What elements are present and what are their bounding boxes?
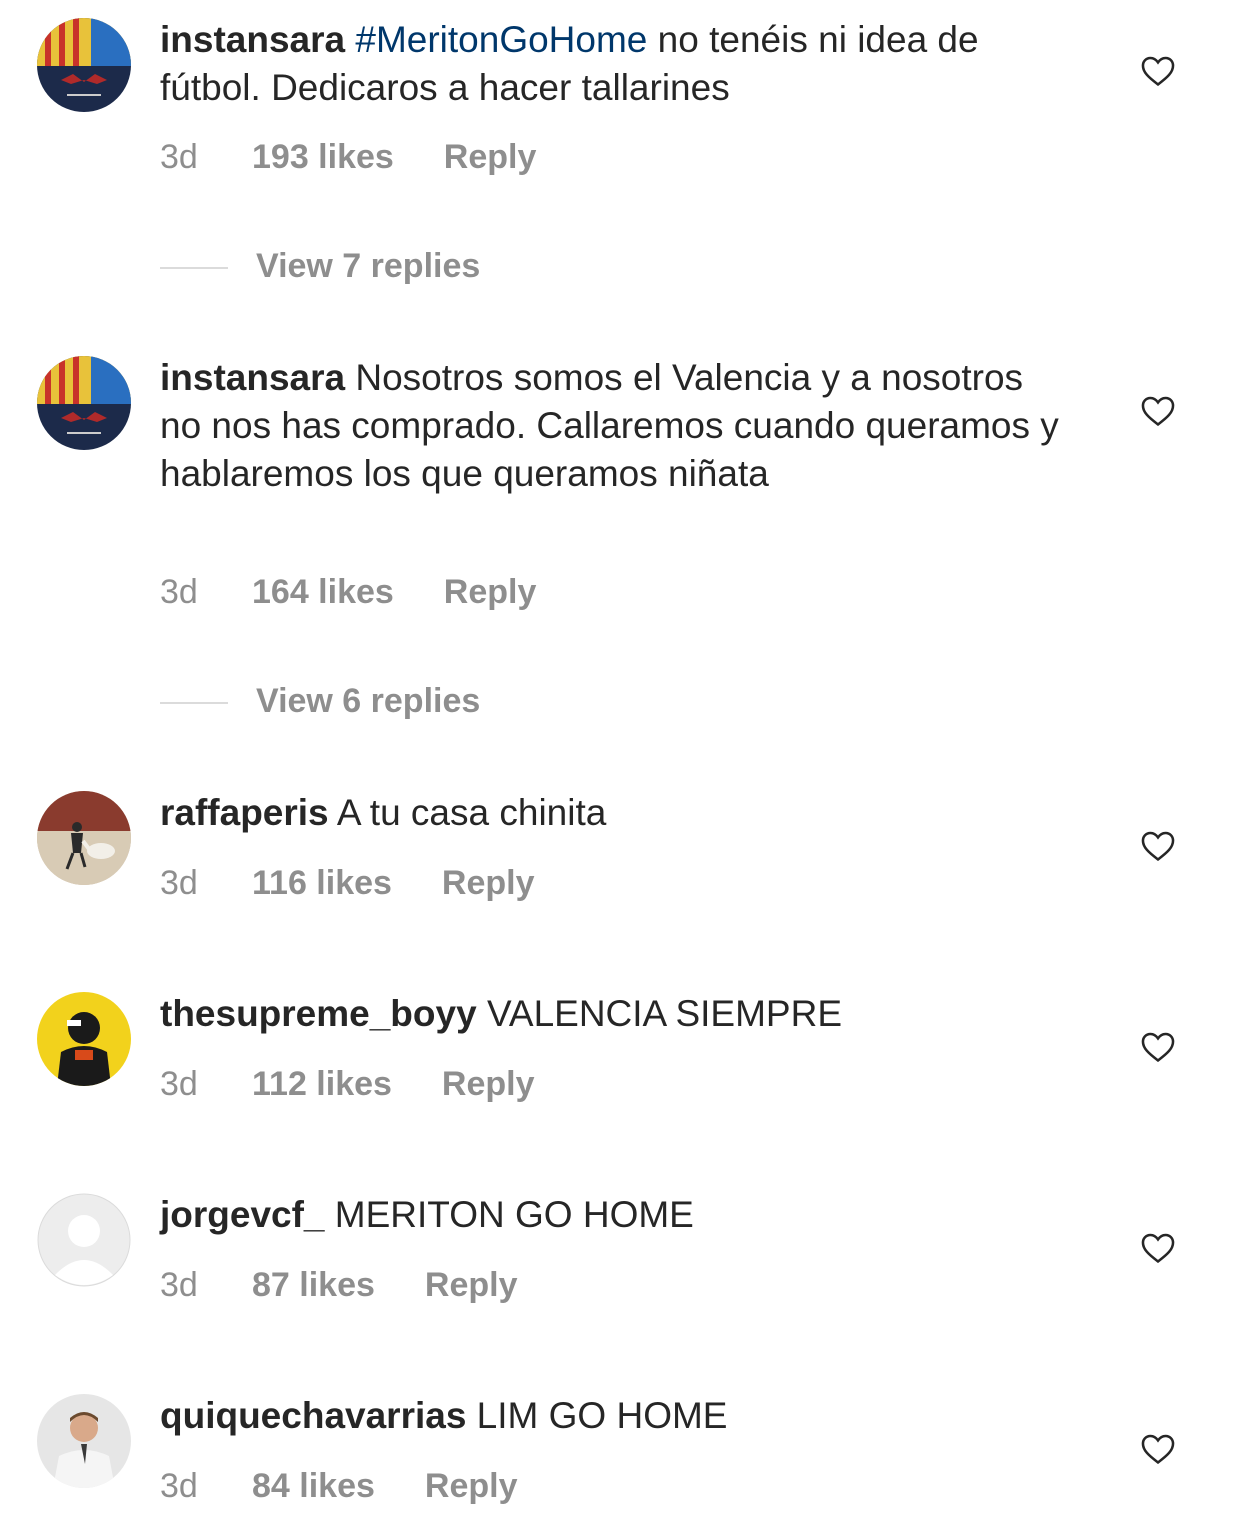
comment-body: A tu casa chinita xyxy=(328,792,607,833)
comment-time: 3d xyxy=(160,864,198,902)
view-replies-button[interactable]: View 7 replies xyxy=(256,246,480,286)
avatar[interactable] xyxy=(37,992,131,1086)
replies-divider xyxy=(160,267,228,269)
comment-time: 3d xyxy=(160,1266,198,1304)
comment-body: MERITON GO HOME xyxy=(324,1194,694,1235)
comment-meta: 3d 116 likes Reply xyxy=(160,863,535,903)
comment-body: VALENCIA SIEMPRE xyxy=(476,993,842,1034)
avatar[interactable] xyxy=(37,18,131,112)
like-heart-icon[interactable] xyxy=(1139,392,1177,430)
reply-button[interactable]: Reply xyxy=(425,1466,518,1506)
avatar[interactable] xyxy=(37,1193,131,1287)
reply-button[interactable]: Reply xyxy=(444,572,537,612)
like-heart-icon[interactable] xyxy=(1139,1229,1177,1267)
comment-time: 3d xyxy=(160,1065,198,1103)
comment-text: thesupreme_boyy VALENCIA SIEMPRE xyxy=(160,990,1060,1038)
comment-time: 3d xyxy=(160,1467,198,1505)
avatar[interactable] xyxy=(37,356,131,450)
like-heart-icon[interactable] xyxy=(1139,1028,1177,1066)
comment-likes[interactable]: 193 likes xyxy=(252,137,394,177)
comment-likes[interactable]: 112 likes xyxy=(252,1064,392,1104)
comment-username[interactable]: instansara xyxy=(160,19,345,60)
comment-body: LIM GO HOME xyxy=(466,1395,728,1436)
view-replies-button[interactable]: View 6 replies xyxy=(256,681,480,721)
comment-meta: 3d 84 likes Reply xyxy=(160,1466,517,1506)
comment-likes[interactable]: 87 likes xyxy=(252,1265,375,1305)
comment-meta: 3d 87 likes Reply xyxy=(160,1265,517,1305)
like-heart-icon[interactable] xyxy=(1139,1430,1177,1468)
comment-time: 3d xyxy=(160,573,198,611)
comment-text: instansara #MeritonGoHome no tenéis ni i… xyxy=(160,16,1060,112)
comment-meta: 3d 193 likes Reply xyxy=(160,137,536,177)
comment-meta: 3d 112 likes Reply xyxy=(160,1064,535,1104)
comment-time: 3d xyxy=(160,138,198,176)
avatar[interactable] xyxy=(37,1394,131,1488)
hashtag-link[interactable]: #MeritonGoHome xyxy=(355,19,647,60)
reply-button[interactable]: Reply xyxy=(425,1265,518,1305)
comment-username[interactable]: quiquechavarrias xyxy=(160,1395,466,1436)
comment-text: instansara Nosotros somos el Valencia y … xyxy=(160,354,1060,498)
comment-text: quiquechavarrias LIM GO HOME xyxy=(160,1392,1060,1440)
reply-button[interactable]: Reply xyxy=(442,1064,535,1104)
comment-text: raffaperis A tu casa chinita xyxy=(160,789,1060,837)
like-heart-icon[interactable] xyxy=(1139,52,1177,90)
like-heart-icon[interactable] xyxy=(1139,827,1177,865)
comment-likes[interactable]: 116 likes xyxy=(252,863,392,903)
reply-button[interactable]: Reply xyxy=(444,137,537,177)
avatar[interactable] xyxy=(37,791,131,885)
reply-button[interactable]: Reply xyxy=(442,863,535,903)
comment-username[interactable]: raffaperis xyxy=(160,792,329,833)
comment-username[interactable]: thesupreme_boyy xyxy=(160,993,477,1034)
comment-meta: 3d 164 likes Reply xyxy=(160,572,536,612)
comment-likes[interactable]: 84 likes xyxy=(252,1466,375,1506)
comment-username[interactable]: instansara xyxy=(160,357,345,398)
comment-likes[interactable]: 164 likes xyxy=(252,572,394,612)
comment-text: jorgevcf_ MERITON GO HOME xyxy=(160,1191,1060,1239)
comment-username[interactable]: jorgevcf_ xyxy=(160,1194,325,1235)
replies-divider xyxy=(160,702,228,704)
